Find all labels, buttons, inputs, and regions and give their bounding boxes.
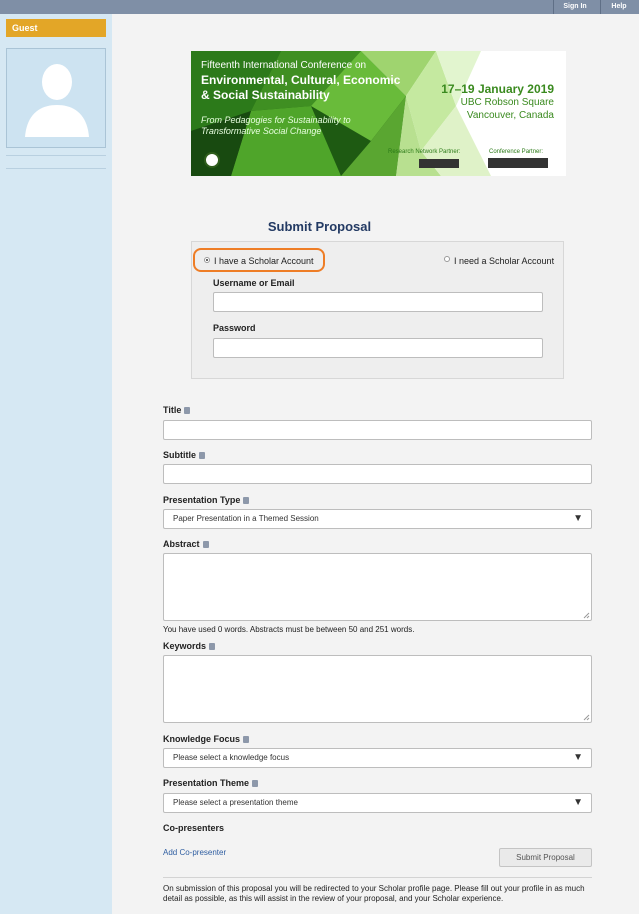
- sidebar-divider: [6, 155, 106, 156]
- have-account-label[interactable]: I have a Scholar Account: [214, 256, 314, 266]
- banner-venue-line2: Vancouver, Canada: [466, 110, 554, 121]
- page-title: Submit Proposal: [267, 219, 372, 234]
- resize-grip-icon[interactable]: [582, 713, 590, 721]
- conference-seal-icon: [204, 152, 220, 168]
- subtitle-label-text: Subtitle: [163, 450, 196, 460]
- title-input[interactable]: [163, 420, 592, 440]
- presentation-theme-value: Please select a presentation theme: [173, 798, 298, 807]
- help-icon[interactable]: [199, 452, 205, 459]
- need-account-label[interactable]: I need a Scholar Account: [454, 256, 554, 266]
- abstract-label: Abstract: [163, 539, 209, 549]
- add-copresenter-link[interactable]: Add Co-presenter: [163, 848, 226, 857]
- banner-conference-number: Fifteenth International Conference on: [201, 60, 367, 71]
- password-label: Password: [213, 323, 256, 333]
- knowledge-focus-value: Please select a knowledge focus: [173, 753, 290, 762]
- abstract-word-count: You have used 0 words. Abstracts must be…: [163, 625, 415, 634]
- password-input[interactable]: [213, 338, 543, 358]
- username-label: Username or Email: [213, 278, 295, 288]
- need-account-radio[interactable]: [444, 256, 450, 262]
- title-label: Title: [163, 405, 191, 415]
- presentation-theme-select[interactable]: Please select a presentation theme ▼: [163, 793, 592, 813]
- knowledge-focus-label-text: Knowledge Focus: [163, 734, 241, 744]
- guest-tab[interactable]: Guest: [6, 19, 106, 37]
- research-partner-logo: [419, 159, 459, 168]
- help-link[interactable]: Help: [601, 0, 637, 14]
- presentation-type-value: Paper Presentation in a Themed Session: [173, 514, 319, 523]
- conference-banner: Fifteenth International Conference on En…: [191, 51, 566, 176]
- sidebar: [0, 14, 112, 914]
- have-account-radio[interactable]: [204, 257, 210, 263]
- presentation-type-select[interactable]: Paper Presentation in a Themed Session ▼: [163, 509, 592, 529]
- presentation-type-label: Presentation Type: [163, 495, 250, 505]
- banner-venue-line1: UBC Robson Square: [460, 97, 554, 108]
- help-icon[interactable]: [243, 497, 250, 504]
- copresenters-label: Co-presenters: [163, 823, 225, 833]
- dropdown-arrow-icon: ▼: [573, 513, 583, 524]
- banner-date: 17–19 January 2019: [441, 82, 554, 96]
- banner-conference-name: Environmental, Cultural, Economic & Soci…: [201, 73, 401, 102]
- conference-partner-label: Conference Partner:: [489, 149, 544, 155]
- subtitle-input[interactable]: [163, 464, 592, 484]
- banner-venue: UBC Robson Square Vancouver, Canada: [461, 96, 554, 122]
- dropdown-arrow-icon: ▼: [573, 752, 583, 763]
- help-icon[interactable]: [209, 643, 216, 650]
- abstract-textarea[interactable]: [163, 553, 592, 621]
- title-label-text: Title: [163, 405, 182, 415]
- sidebar-divider: [6, 168, 106, 169]
- knowledge-focus-label: Knowledge Focus: [163, 734, 250, 744]
- research-partner-label: Research Network Partner:: [388, 149, 461, 155]
- sign-in-link[interactable]: Sign In: [554, 0, 596, 14]
- submission-note: On submission of this proposal you will …: [163, 884, 585, 903]
- presentation-type-label-text: Presentation Type: [163, 495, 241, 505]
- username-input[interactable]: [213, 292, 543, 312]
- help-icon[interactable]: [202, 541, 209, 548]
- footer-divider: [163, 877, 592, 878]
- keywords-label: Keywords: [163, 641, 216, 651]
- help-icon[interactable]: [184, 407, 191, 414]
- user-silhouette-icon: [25, 64, 89, 137]
- submit-proposal-button[interactable]: Submit Proposal: [499, 848, 592, 867]
- keywords-textarea[interactable]: [163, 655, 592, 723]
- avatar: [6, 48, 106, 148]
- presentation-theme-label: Presentation Theme: [163, 778, 259, 788]
- top-bar: Sign In Help: [0, 0, 639, 14]
- dropdown-arrow-icon: ▼: [573, 797, 583, 808]
- help-icon[interactable]: [252, 780, 259, 787]
- keywords-label-text: Keywords: [163, 641, 207, 651]
- banner-theme: From Pedagogies for Sustainability to Tr…: [201, 115, 351, 136]
- abstract-label-text: Abstract: [163, 539, 200, 549]
- subtitle-label: Subtitle: [163, 450, 205, 460]
- conference-partner-logo: [488, 158, 548, 168]
- presentation-theme-label-text: Presentation Theme: [163, 778, 250, 788]
- knowledge-focus-select[interactable]: Please select a knowledge focus ▼: [163, 748, 592, 768]
- help-icon[interactable]: [243, 736, 250, 743]
- resize-grip-icon[interactable]: [582, 611, 590, 619]
